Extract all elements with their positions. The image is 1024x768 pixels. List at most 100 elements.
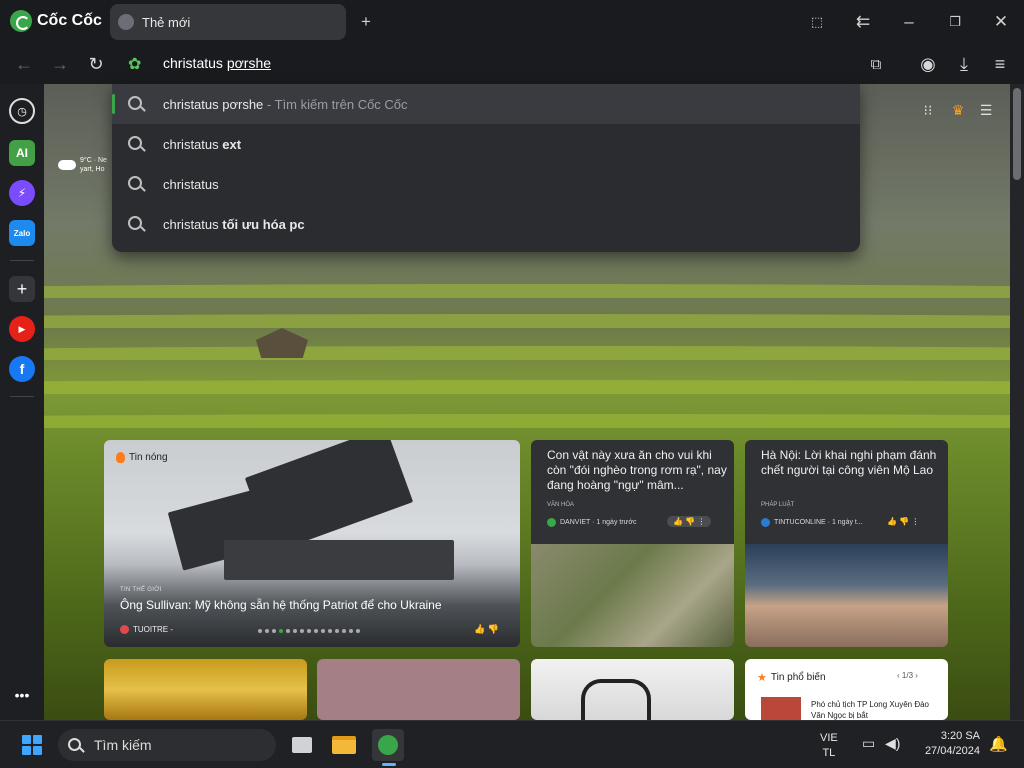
suggestion-bold: ext [222,136,242,152]
clock-time: 3:20 SA [940,730,980,742]
weather-line1: 9°C · Ne [80,157,107,164]
reactions-menu[interactable]: 👍 👎 ⋮ [667,516,712,527]
page-scrollbar[interactable] [1010,84,1024,720]
zalo-icon[interactable]: Zalo [9,220,35,246]
screenshot-icon[interactable]: ⬚ [803,8,831,36]
forward-button[interactable]: → [46,50,74,78]
news-card[interactable]: Con vật này xưa ăn cho vui khi còn "đói … [531,440,734,647]
youtube-icon[interactable]: ▶ [9,316,35,342]
carousel-dot[interactable] [258,629,262,633]
address-query-highlight: pơrshe [226,55,272,71]
close-window-button[interactable]: ✕ [987,8,1015,36]
carousel-dot-active[interactable] [279,629,283,633]
apps-grid-icon[interactable]: ⁝⁝ [918,100,938,120]
history-icon[interactable]: ◷ [9,98,35,124]
popular-title: Tin phổ biến [770,672,826,683]
suggestion-item[interactable]: christatus ext [112,124,860,164]
carousel-dot[interactable] [356,629,360,633]
crown-icon[interactable]: ♛ [948,100,968,120]
news-card-image [745,544,948,647]
volume-icon[interactable]: ◀) [885,735,900,752]
hero-news-card[interactable]: Tin nóng TIN THẾ GIỚI Ông Sullivan: Mỹ k… [104,440,520,647]
ai-icon[interactable]: AI [9,140,35,166]
carousel-dot[interactable] [328,629,332,633]
carousel-dot[interactable] [335,629,339,633]
popular-thumb [761,697,801,720]
weather-widget[interactable]: 9°C · Ne yart, Ho [58,152,116,178]
windows-start-icon[interactable] [22,735,42,755]
clock-date: 27/04/2024 [924,745,980,757]
tab-new-tab[interactable]: Thẻ mới [110,4,346,40]
minimize-button[interactable]: – [895,8,923,36]
system-clock[interactable]: 3:20 SA 27/04/2024 [916,729,980,759]
star-icon: ★ [757,672,767,684]
news-card-gold[interactable] [104,659,307,720]
carousel-dot[interactable] [265,629,269,633]
taskbar-search-placeholder: Tìm kiếm [94,737,152,753]
windows-taskbar: Tìm kiếm VIE TL ▭ ◀) 3:20 SA 27/04/2024 … [0,720,1024,768]
file-explorer-icon[interactable] [328,729,360,761]
weather-line2: yart, Ho [80,166,105,173]
search-icon [128,136,142,150]
menu-icon[interactable]: ≡ [986,50,1014,78]
download-icon[interactable]: ⤓ [950,50,978,78]
hero-title[interactable]: Ông Sullivan: Mỹ không sẵn hệ thống Patr… [120,598,442,612]
terrace-decor [44,380,1010,394]
carousel-dot[interactable] [286,629,290,633]
hot-news-badge: Tin nóng [116,452,168,463]
facebook-icon[interactable]: f [9,356,35,382]
news-card-device[interactable] [531,659,734,720]
extensions-icon[interactable]: ⧉ [862,50,890,78]
maximize-button[interactable]: ❐ [941,8,969,36]
hut-decor [256,328,308,358]
lang-line1: VIE [820,732,838,744]
messenger-icon[interactable]: ⚡ [9,180,35,206]
add-sidebar-app-button[interactable]: + [9,276,35,302]
popular-news-widget[interactable]: ★ Tin phổ biến ‹ 1/3 › Phó chủ tịch TP L… [745,659,948,720]
news-card[interactable]: Hà Nội: Lời khai nghi phạm đánh chết ngư… [745,440,948,647]
suggestion-item[interactable]: christatus [112,164,860,204]
network-icon[interactable]: ▭ [862,735,875,752]
suggestion-item[interactable]: christatus pơrshe - Tìm kiếm trên Cốc Cố… [112,84,860,124]
new-tab-button[interactable]: + [352,8,380,36]
back-button[interactable]: ← [10,50,38,78]
notification-bell-icon[interactable]: 🔔 [989,735,1008,753]
coccoc-taskbar-icon[interactable] [372,729,404,761]
split-view-icon[interactable]: ⇇ [849,8,877,36]
carousel-dots[interactable] [258,629,360,633]
carousel-dot[interactable] [314,629,318,633]
customize-icon[interactable]: ☰ [976,100,996,120]
carousel-dot[interactable] [272,629,276,633]
sidebar: ◷ AI ⚡ Zalo + ▶ f ••• [0,84,44,720]
carousel-dot[interactable] [300,629,304,633]
like-icon[interactable]: 👍 [474,624,485,634]
toolbar: ← → ↻ ✿ christatus pơrshe ⧉ ◉ ⤓ ≡ [0,44,1024,84]
more-icon[interactable]: ••• [9,682,35,708]
popular-item-title[interactable]: Phó chủ tịch TP Long Xuyên Đào Văn Ngọc … [811,699,943,720]
carousel-dot[interactable] [293,629,297,633]
taskbar-search[interactable]: Tìm kiếm [58,729,276,761]
scrollbar-thumb[interactable] [1013,88,1021,180]
carousel-dot[interactable] [307,629,311,633]
task-view-icon[interactable] [286,729,318,761]
popular-pager[interactable]: ‹ 1/3 › [897,671,918,680]
hero-reactions[interactable]: 👍 👎 [474,624,499,635]
suggestion-text: christatus [163,136,223,152]
carousel-dot[interactable] [321,629,325,633]
news-card-title[interactable]: Hà Nội: Lời khai nghi phạm đánh chết ngư… [761,448,941,478]
suggestion-item[interactable]: christatus tối ưu hóa pc [112,204,860,244]
address-bar-input[interactable]: christatus pơrshe [163,55,271,71]
carousel-dot[interactable] [349,629,353,633]
carousel-dot[interactable] [342,629,346,633]
news-card-title[interactable]: Con vật này xưa ăn cho vui khi còn "đói … [547,448,727,493]
language-indicator[interactable]: VIE TL [820,731,838,761]
profile-icon[interactable]: ◉ [914,50,942,78]
reload-button[interactable]: ↻ [82,50,110,78]
suggestion-text: christatus [163,216,223,232]
news-card-source-name: TINTUCONLINE · 1 ngày t... [774,519,863,526]
hero-source: TUOITRE - [120,625,173,634]
dislike-icon[interactable]: 👎 [488,624,499,634]
suggestion-bold: tối ưu hóa pc [222,216,305,232]
news-card-placeholder[interactable] [317,659,520,720]
reactions-menu[interactable]: 👍 👎 ⋮ [881,516,925,527]
